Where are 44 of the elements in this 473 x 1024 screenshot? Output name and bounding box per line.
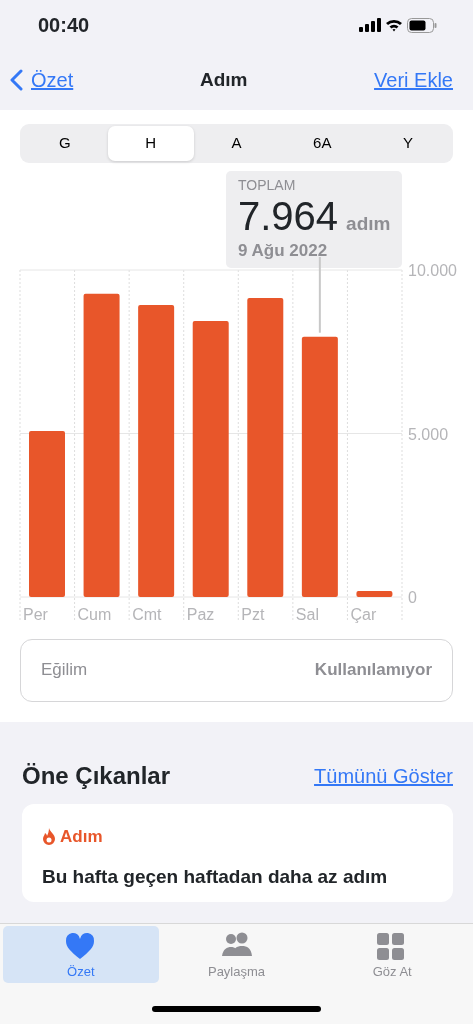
chevron-left-icon xyxy=(10,69,23,91)
tooltip-date: 9 Ağu 2022 xyxy=(238,240,329,262)
x-axis-label: Per xyxy=(23,605,48,623)
battery-icon xyxy=(407,17,437,33)
period-tab[interactable]: G xyxy=(22,126,108,161)
page-title: Adım xyxy=(199,67,248,92)
x-axis-label: Sal xyxy=(295,605,319,623)
step-bar[interactable] xyxy=(83,293,120,597)
step-bar[interactable] xyxy=(356,590,393,597)
tooltip-value: 7.964 xyxy=(238,195,339,236)
status-time: 00:40 xyxy=(38,13,90,38)
x-axis-label: Çar xyxy=(350,605,377,623)
x-axis-label: Cmt xyxy=(132,605,162,623)
trend-row[interactable]: Eğilim Kullanılamıyor xyxy=(20,638,453,702)
section-heading: Öne Çıkanlar xyxy=(22,760,171,791)
tooltip-label: TOPLAM xyxy=(238,175,297,195)
period-tab[interactable]: A xyxy=(193,126,280,161)
tooltip-unit: adım xyxy=(346,211,391,236)
y-axis-label: 5.000 xyxy=(408,425,449,442)
card-category: Adım xyxy=(60,825,103,848)
step-bar[interactable] xyxy=(138,304,175,597)
flame-icon xyxy=(42,827,56,845)
tab-bar-item[interactable]: Paylaşma xyxy=(158,926,315,983)
y-axis-label: 0 xyxy=(408,588,417,606)
highlight-card[interactable]: Adım Bu hafta geçen haftadan daha az adım xyxy=(22,803,453,902)
tab-bar-item[interactable]: Özet xyxy=(3,926,159,983)
step-bar[interactable] xyxy=(247,297,284,597)
step-bar[interactable] xyxy=(192,320,229,597)
show-all-link[interactable]: Tümünü Göster xyxy=(314,760,453,791)
tab-bar-item[interactable]: Göz At xyxy=(314,926,470,983)
period-tab[interactable]: 6A xyxy=(279,126,366,161)
period-tab[interactable]: Y xyxy=(365,126,451,161)
x-axis-label: Pzt xyxy=(241,605,265,623)
wifi-icon xyxy=(385,18,403,32)
heart-icon xyxy=(64,931,97,960)
signal-icon xyxy=(359,18,381,32)
period-tab[interactable]: H xyxy=(107,126,194,161)
x-axis-label: Cum xyxy=(77,605,112,623)
y-axis-label: 10.000 xyxy=(408,261,457,279)
back-link[interactable]: Özet xyxy=(10,65,74,95)
step-bar[interactable] xyxy=(301,336,338,597)
add-data-link[interactable]: Veri Ekle xyxy=(374,65,453,95)
highlight-text: Bu hafta geçen haftadan daha az adım xyxy=(42,865,389,889)
x-axis-label: Paz xyxy=(186,605,215,623)
